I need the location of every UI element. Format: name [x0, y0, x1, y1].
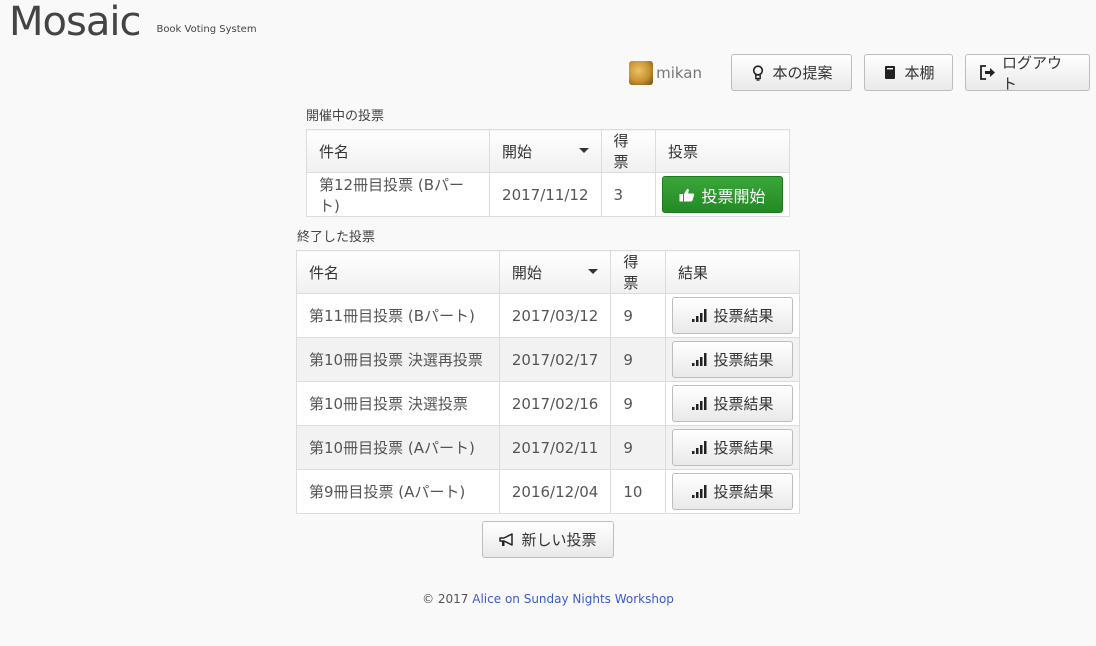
result-cell: 投票結果 [664, 469, 801, 514]
signal-bars-icon [691, 440, 707, 456]
sort-desc-icon [578, 147, 589, 153]
user-name: mikan [656, 63, 702, 82]
vote-count: 10 [610, 469, 666, 514]
bookshelf-label: 本棚 [904, 64, 935, 82]
vote-count: 9 [610, 337, 666, 382]
vote-result-label: 投票結果 [713, 483, 774, 501]
column-header-start-label: 開始 [511, 263, 542, 282]
vote-result-label: 投票結果 [713, 307, 774, 325]
avatar [629, 60, 654, 85]
table-row: 第9冊目投票 (Aパート) 2016/12/04 10 投票結果 [296, 469, 801, 514]
new-vote-label: 新しい投票 [521, 531, 597, 549]
open-votes-table: 件名 開始 得票 投票 第12冊目投票 (Bパート) 2017/11/12 3 … [305, 129, 791, 217]
open-votes-title: 開催中の投票 [306, 109, 385, 124]
column-header-name[interactable]: 件名 [305, 129, 491, 173]
column-header-action: 投票 [654, 129, 791, 173]
table-header-row: 件名 開始 得票 結果 [296, 250, 801, 294]
vote-result-label: 投票結果 [713, 395, 774, 413]
column-header-start[interactable]: 開始 [498, 250, 612, 294]
vote-result-button[interactable]: 投票結果 [671, 341, 793, 378]
start-vote-label: 投票開始 [701, 186, 766, 206]
table-row: 第12冊目投票 (Bパート) 2017/11/12 3 投票開始 [305, 172, 791, 217]
table-row: 第10冊目投票 決選投票 2017/02/16 9 投票結果 [296, 381, 801, 426]
vote-result-label: 投票結果 [713, 439, 774, 457]
vote-result-label: 投票結果 [713, 351, 774, 369]
lightbulb-icon [750, 64, 766, 81]
result-cell: 投票結果 [664, 425, 801, 470]
table-row: 第10冊目投票 決選再投票 2017/02/17 9 投票結果 [296, 337, 801, 382]
new-vote-button[interactable]: 新しい投票 [482, 521, 614, 558]
vote-start-date: 2017/11/12 [489, 172, 602, 217]
table-row: 第11冊目投票 (Bパート) 2017/03/12 9 投票結果 [296, 293, 801, 338]
workshop-link[interactable]: Alice on Sunday Nights Workshop [472, 592, 674, 606]
top-nav: mikan 本の提案 本棚 ログアウト [629, 53, 1090, 93]
app-subtitle: Book Voting System [156, 24, 257, 35]
start-vote-button[interactable]: 投票開始 [661, 176, 783, 213]
sort-desc-icon [588, 268, 599, 274]
signal-bars-icon [691, 308, 707, 324]
vote-count: 9 [610, 381, 666, 426]
signal-bars-icon [691, 484, 707, 500]
footer: © 2017 Alice on Sunday Nights Workshop [0, 592, 1096, 606]
vote-result-button[interactable]: 投票結果 [671, 429, 793, 466]
vote-start-date: 2017/02/17 [498, 337, 612, 382]
vote-name: 第9冊目投票 (Aパート) [296, 469, 500, 514]
vote-name: 第10冊目投票 (Aパート) [296, 425, 500, 470]
action-cell: 投票開始 [654, 172, 791, 217]
result-cell: 投票結果 [664, 293, 801, 338]
vote-result-button[interactable]: 投票結果 [671, 473, 793, 510]
thumbs-up-icon [679, 187, 695, 203]
closed-votes-table: 件名 開始 得票 結果 第11冊目投票 (Bパート) 2017/03/12 9 … [296, 250, 801, 514]
logout-icon [980, 65, 996, 81]
user-info[interactable]: mikan [629, 60, 702, 85]
column-header-start[interactable]: 開始 [489, 129, 602, 173]
vote-result-button[interactable]: 投票結果 [671, 297, 793, 334]
vote-count: 9 [610, 293, 666, 338]
bookshelf-button[interactable]: 本棚 [864, 54, 953, 91]
vote-name: 第10冊目投票 決選再投票 [296, 337, 500, 382]
brand: Mosaic Book Voting System [9, 0, 257, 44]
column-header-result: 結果 [664, 250, 801, 294]
result-cell: 投票結果 [664, 381, 801, 426]
vote-count: 3 [600, 172, 656, 217]
vote-start-date: 2016/12/04 [498, 469, 612, 514]
propose-book-button[interactable]: 本の提案 [731, 54, 852, 91]
copyright-text: © 2017 [422, 592, 469, 606]
propose-book-label: 本の提案 [772, 64, 833, 82]
vote-name: 第12冊目投票 (Bパート) [305, 172, 491, 217]
closed-votes-title: 終了した投票 [297, 230, 376, 245]
signal-bars-icon [691, 352, 707, 368]
book-icon [882, 65, 898, 81]
column-header-votes[interactable]: 得票 [600, 129, 656, 173]
result-cell: 投票結果 [664, 337, 801, 382]
vote-start-date: 2017/03/12 [498, 293, 612, 338]
app-title: Mosaic [9, 0, 141, 45]
signal-bars-icon [691, 396, 707, 412]
vote-start-date: 2017/02/11 [498, 425, 612, 470]
vote-result-button[interactable]: 投票結果 [671, 385, 793, 422]
vote-name: 第11冊目投票 (Bパート) [296, 293, 500, 338]
megaphone-icon [499, 532, 515, 548]
vote-count: 9 [610, 425, 666, 470]
column-header-votes[interactable]: 得票 [610, 250, 666, 294]
logout-button[interactable]: ログアウト [965, 53, 1090, 93]
column-header-name[interactable]: 件名 [296, 250, 500, 294]
vote-name: 第10冊目投票 決選投票 [296, 381, 500, 426]
table-row: 第10冊目投票 (Aパート) 2017/02/11 9 投票結果 [296, 425, 801, 470]
column-header-start-label: 開始 [502, 142, 533, 161]
logout-label: ログアウト [1002, 53, 1063, 93]
table-header-row: 件名 開始 得票 投票 [305, 129, 791, 173]
vote-start-date: 2017/02/16 [498, 381, 612, 426]
